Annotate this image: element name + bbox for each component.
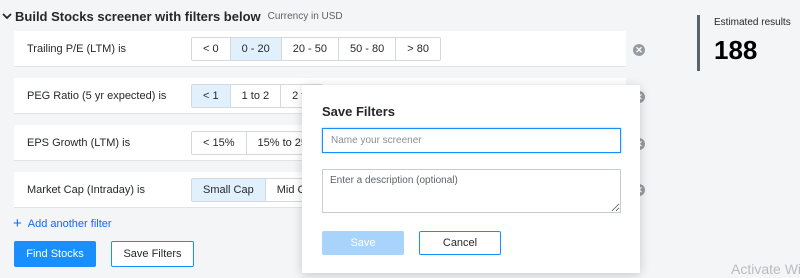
filter-option[interactable]: < 15% [192, 132, 247, 154]
dialog-save-button[interactable]: Save [322, 231, 404, 255]
filter-option[interactable]: 20 - 50 [282, 38, 339, 60]
filter-options: < 0 0 - 20 20 - 50 50 - 80 > 80 [191, 37, 441, 61]
filter-option[interactable]: < 0 [192, 38, 231, 60]
estimated-results: Estimated results 188 [697, 15, 800, 71]
results-label: Estimated results [714, 17, 791, 28]
filter-option-selected[interactable]: < 1 [192, 85, 231, 107]
dialog-title: Save Filters [322, 104, 395, 119]
results-count: 188 [714, 35, 758, 65]
add-filter-label: Add another filter [27, 218, 112, 230]
plus-icon: + [13, 215, 22, 232]
currency-note: Currency in USD [267, 10, 343, 22]
filter-label: EPS Growth (LTM) is [27, 137, 131, 149]
filter-label: PEG Ratio (5 yr expected) is [27, 90, 167, 102]
filter-row-trailing-pe: Trailing P/E (LTM) is < 0 0 - 20 20 - 50… [14, 31, 626, 67]
screener-header: Build Stocks screener with filters below… [0, 6, 343, 26]
filter-option[interactable]: > 80 [396, 38, 440, 60]
description-input[interactable] [322, 169, 621, 213]
add-filter-link[interactable]: + Add another filter [13, 216, 112, 232]
screener-title: Build Stocks screener with filters below [15, 8, 261, 24]
save-filters-dialog: Save Filters Save Cancel [302, 85, 640, 273]
activate-windows-watermark: Activate Wi [731, 261, 800, 277]
filter-option-selected[interactable]: 0 - 20 [230, 38, 282, 60]
chevron-down-icon[interactable] [0, 9, 14, 23]
filter-option[interactable]: 50 - 80 [339, 38, 397, 60]
find-stocks-button[interactable]: Find Stocks [14, 241, 96, 267]
filter-label: Trailing P/E (LTM) is [27, 43, 127, 55]
filter-option[interactable]: 1 to 2 [231, 85, 282, 107]
save-filters-button[interactable]: Save Filters [111, 241, 194, 267]
screener-name-input[interactable] [322, 128, 621, 153]
close-circle-icon[interactable]: ✕ [633, 44, 645, 56]
filter-option-selected[interactable]: Small Cap [192, 179, 266, 201]
filter-label: Market Cap (Intraday) is [27, 184, 145, 196]
dialog-cancel-button[interactable]: Cancel [419, 231, 501, 255]
